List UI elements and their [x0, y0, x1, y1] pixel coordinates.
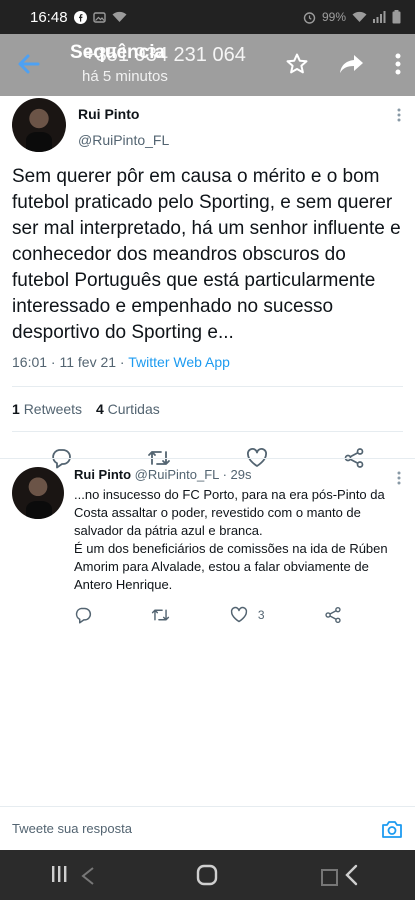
retweets-count-link[interactable]: 1 Retweets: [12, 401, 82, 417]
battery-percent: 99%: [321, 10, 346, 24]
main-tweet-author-row: Rui Pinto @RuiPinto_FL: [12, 98, 403, 152]
more-vertical-icon[interactable]: [395, 53, 401, 75]
meta-separator: ·: [116, 354, 129, 370]
like-heart-icon[interactable]: [230, 606, 248, 624]
tweet-timestamp: 16:01 · 11 fev 21: [12, 354, 117, 370]
star-icon[interactable]: [285, 52, 309, 76]
back-icon[interactable]: [320, 864, 364, 886]
reply-input-placeholder[interactable]: Tweete sua resposta: [12, 821, 132, 836]
retweet-icon[interactable]: [151, 606, 170, 624]
author-handle[interactable]: @RuiPinto_FL: [78, 132, 169, 148]
page-subtitle: há 5 minutos: [82, 68, 168, 85]
avatar[interactable]: [12, 467, 64, 519]
more-options-icon[interactable]: [397, 471, 401, 485]
image-icon: [92, 11, 106, 24]
wifi-icon: [352, 11, 367, 23]
reply-actions: 3: [74, 606, 342, 624]
system-nav-bar: [0, 850, 415, 900]
reply-header: Rui Pinto @RuiPinto_FL · 29s: [74, 467, 404, 482]
tweet-text: Sem querer pôr em causa o mérito e o bom…: [12, 166, 401, 343]
status-left: 16:48: [14, 9, 127, 26]
retweets-label: Retweets: [23, 401, 83, 417]
signal-icon: [373, 11, 386, 23]
facebook-icon: [73, 10, 87, 24]
share-icon[interactable]: [324, 606, 342, 624]
wifi-icon: [112, 11, 127, 23]
likes-count: 4: [95, 401, 104, 417]
tweet-source-link[interactable]: Twitter Web App: [128, 354, 230, 370]
avatar[interactable]: [12, 98, 66, 152]
reply-icon[interactable]: [74, 606, 92, 624]
author-name[interactable]: Rui Pinto: [78, 106, 169, 122]
reply-text-line2: É um dos beneficiários de comissões na i…: [74, 541, 388, 592]
reply-likes-count: 3: [257, 608, 265, 622]
tweet-meta: 16:01 · 11 fev 21 · Twitter Web App: [12, 354, 403, 370]
status-bar: 16:48 99%: [0, 0, 415, 34]
likes-count-link[interactable]: 4 Curtidas: [96, 401, 160, 417]
share-forward-icon[interactable]: [339, 52, 365, 76]
alarm-icon: [303, 11, 316, 24]
camera-icon[interactable]: [381, 819, 403, 839]
reply-author-handle[interactable]: @RuiPinto_FL: [135, 467, 219, 482]
likes-label: Curtidas: [107, 401, 160, 417]
reply-time: · 29s: [222, 467, 252, 482]
back-arrow-icon[interactable]: [16, 51, 42, 77]
status-right: 99%: [303, 10, 401, 24]
status-time: 16:48: [30, 8, 68, 26]
reply-like[interactable]: 3: [230, 606, 265, 624]
reply-author-name[interactable]: Rui Pinto: [74, 467, 131, 482]
app-bar-actions: [285, 52, 401, 76]
main-tweet: Rui Pinto @RuiPinto_FL Sem querer pôr em…: [0, 96, 415, 484]
author-info: Rui Pinto @RuiPinto_FL: [78, 106, 169, 148]
reply-text-line1: ...no insucesso do FC Porto, para na era…: [74, 487, 385, 538]
home-icon[interactable]: [196, 864, 218, 886]
app-bar: Sequência há 5 minutos +351 934 231 064: [0, 34, 415, 96]
battery-icon: [392, 10, 401, 24]
more-options-icon[interactable]: [397, 108, 401, 122]
recent-apps-icon[interactable]: [51, 864, 95, 886]
overlay-phone-number: +351 934 231 064: [84, 44, 246, 66]
reply-tweet[interactable]: Rui Pinto @RuiPinto_FL · 29s ...no insuc…: [0, 458, 415, 624]
reply-body: Rui Pinto @RuiPinto_FL · 29s ...no insuc…: [74, 467, 404, 624]
engagement-counts: 1 Retweets 4 Curtidas: [12, 387, 403, 431]
retweets-count: 1: [12, 401, 20, 417]
reply-compose-bar[interactable]: Tweete sua resposta: [0, 806, 415, 850]
